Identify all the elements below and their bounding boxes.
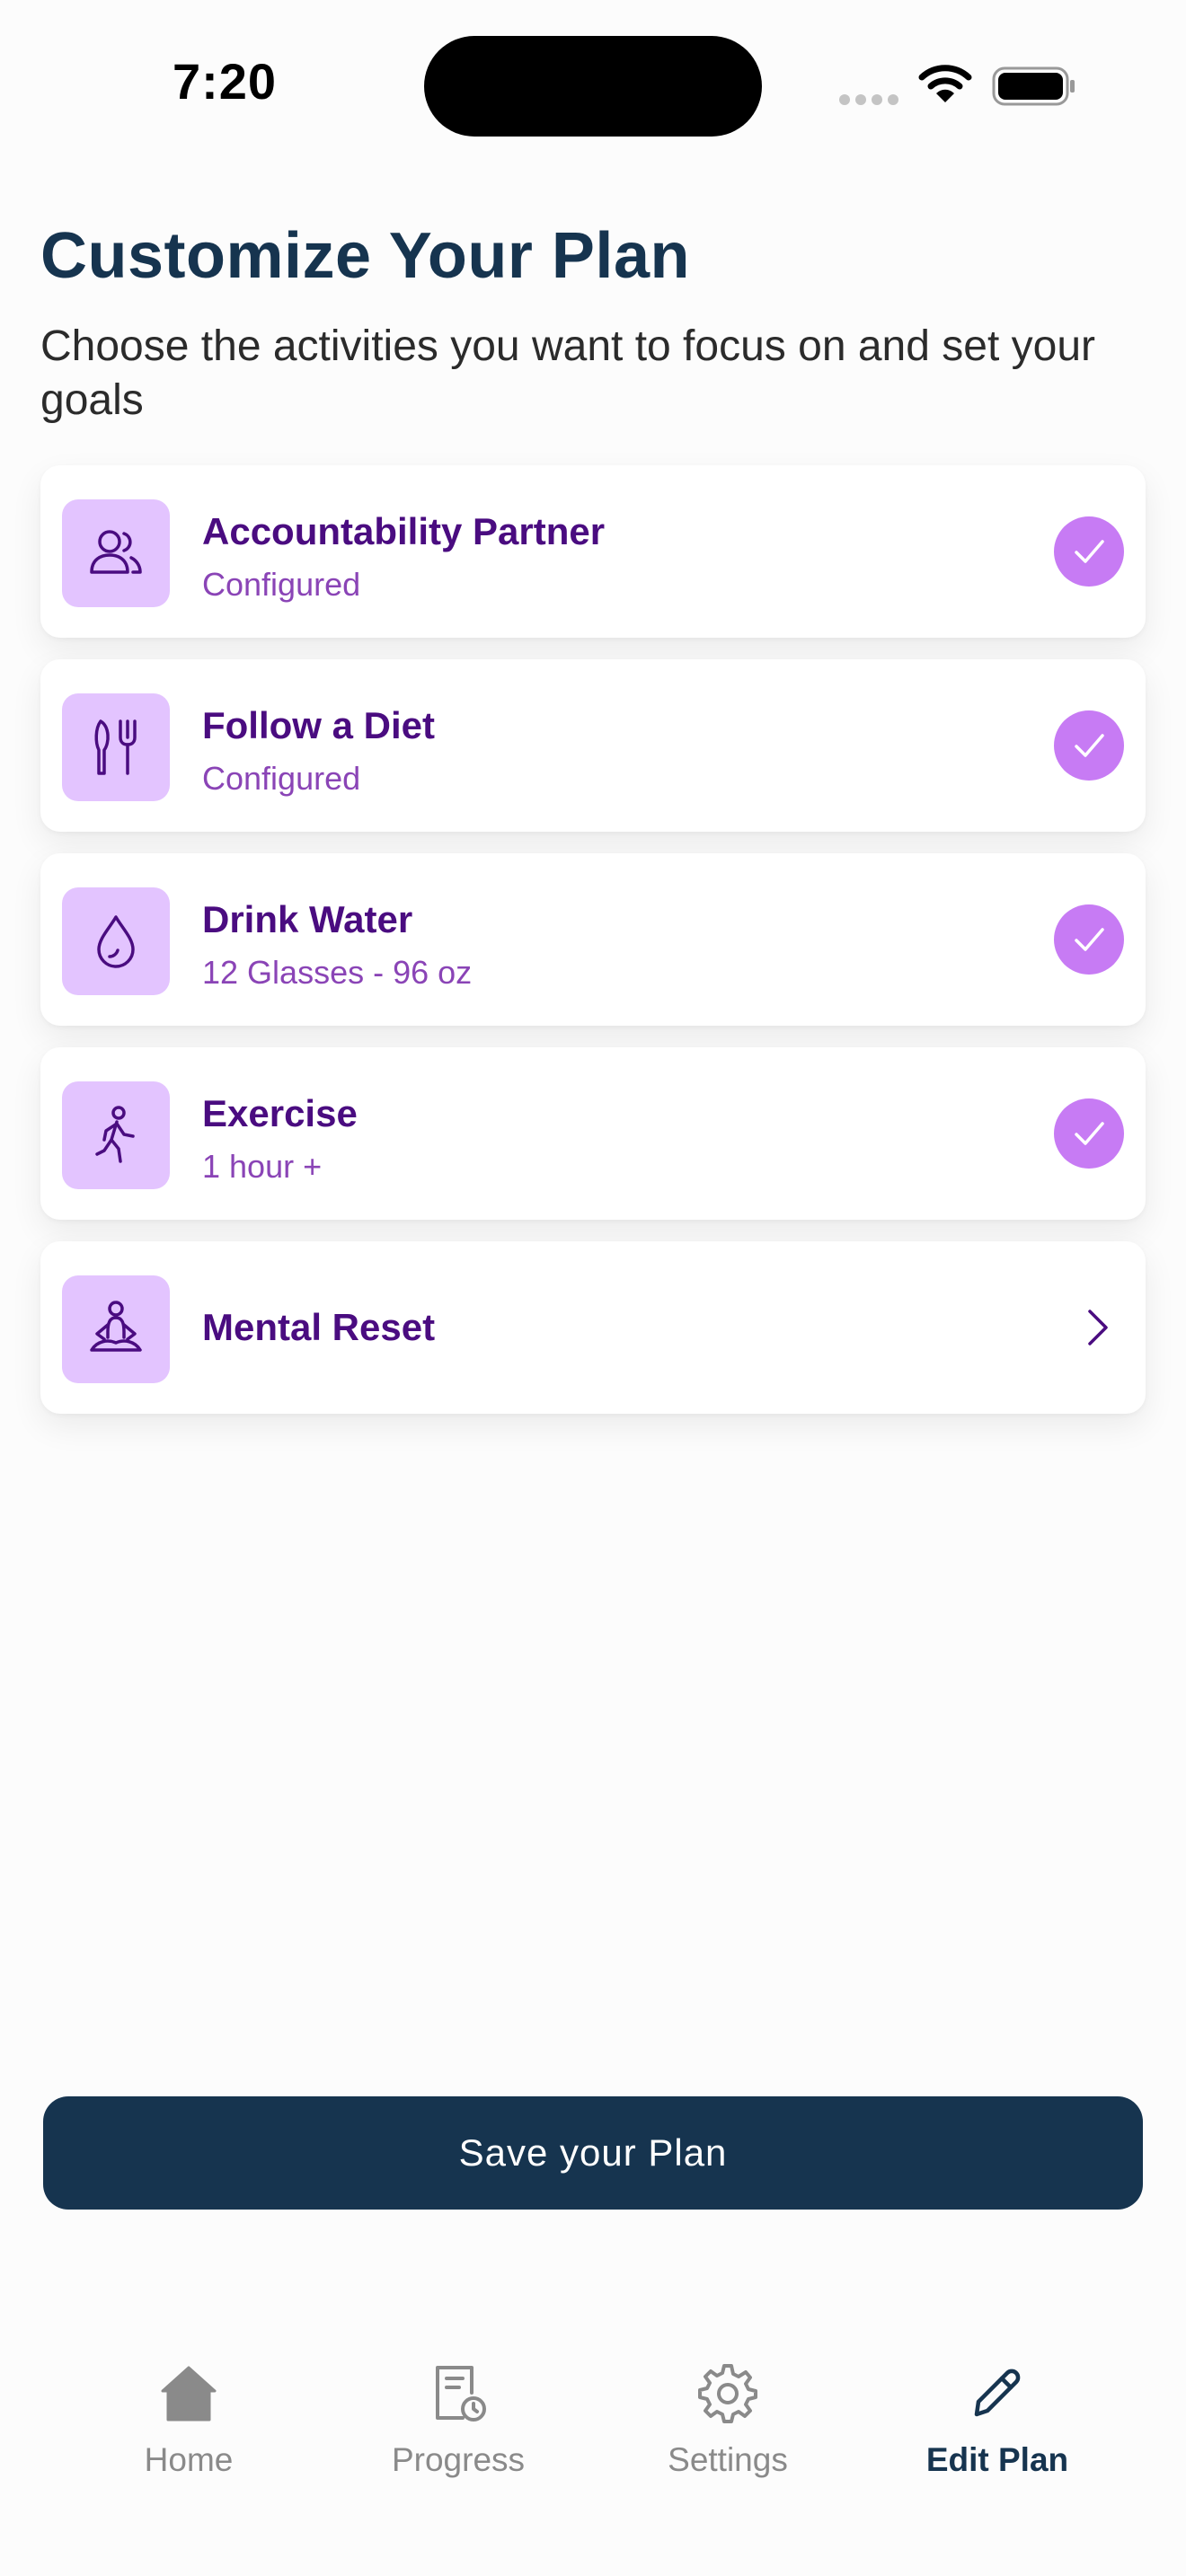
meditation-icon xyxy=(90,1301,142,1352)
status-time: 7:20 xyxy=(172,53,278,110)
card-title: Drink Water xyxy=(202,898,413,940)
utensils-icon xyxy=(94,719,137,775)
card-title: Accountability Partner xyxy=(202,510,606,552)
card-icon-box xyxy=(62,1275,170,1383)
tab-home[interactable]: Home xyxy=(81,2362,296,2497)
checkmark-badge[interactable] xyxy=(1054,1098,1124,1169)
checkmark-icon xyxy=(1075,540,1104,563)
card-goal: 1 hour + xyxy=(202,1148,323,1185)
activity-card-mental-reset[interactable]: Mental Reset xyxy=(40,1241,1146,1414)
home-icon xyxy=(161,2366,217,2422)
checkmark-icon xyxy=(1075,928,1104,951)
page-title: Customize Your Plan xyxy=(40,220,690,292)
card-icon-box xyxy=(62,693,170,801)
card-status: Configured xyxy=(202,566,361,603)
tab-label: Settings xyxy=(668,2441,788,2478)
tab-edit-plan[interactable]: Edit Plan xyxy=(890,2362,1105,2497)
tab-label: Home xyxy=(144,2441,234,2478)
wifi-icon xyxy=(918,65,972,102)
pencil-icon xyxy=(974,2369,1021,2417)
card-icon-box xyxy=(62,887,170,995)
water-drop-icon xyxy=(97,915,135,968)
checkmark-icon xyxy=(1075,1122,1104,1145)
card-title: Exercise xyxy=(202,1092,358,1134)
checkmark-badge[interactable] xyxy=(1054,516,1124,587)
tab-label: Edit Plan xyxy=(925,2441,1069,2478)
dynamic-island xyxy=(424,36,762,137)
card-icon-box xyxy=(62,499,170,607)
card-title: Mental Reset xyxy=(202,1306,436,1348)
chevron-right-icon[interactable] xyxy=(1077,1308,1117,1347)
progress-document-icon xyxy=(436,2366,486,2422)
card-title: Follow a Diet xyxy=(202,704,436,746)
battery-icon xyxy=(992,66,1075,106)
page-subtitle: Choose the activities you want to focus … xyxy=(40,322,1096,424)
activity-card-follow-a-diet[interactable]: Follow a Diet Configured xyxy=(40,659,1146,832)
card-status: Configured xyxy=(202,760,361,797)
activity-card-drink-water[interactable]: Drink Water 12 Glasses - 96 oz xyxy=(40,853,1146,1026)
tab-settings[interactable]: Settings xyxy=(620,2362,836,2497)
checkmark-badge[interactable] xyxy=(1054,904,1124,975)
activity-card-accountability-partner[interactable]: Accountability Partner Configured xyxy=(40,465,1146,638)
card-icon-box xyxy=(62,1081,170,1189)
tab-progress[interactable]: Progress xyxy=(350,2362,566,2497)
people-icon xyxy=(90,530,142,574)
activity-card-exercise[interactable]: Exercise 1 hour + xyxy=(40,1047,1146,1220)
card-goal: 12 Glasses - 96 oz xyxy=(202,954,473,991)
tab-label: Progress xyxy=(391,2441,526,2478)
walking-person-icon xyxy=(95,1106,135,1163)
checkmark-icon xyxy=(1075,734,1104,757)
save-plan-button[interactable]: Save your Plan xyxy=(43,2096,1143,2210)
screen: 7:20 Customize Your Plan Choose the acti… xyxy=(0,0,1186,2576)
checkmark-badge[interactable] xyxy=(1054,710,1124,781)
activity-list: Accountability Partner Configured Follow… xyxy=(40,465,1146,1435)
gear-icon xyxy=(698,2364,757,2423)
cellular-signal-icon xyxy=(839,93,904,110)
